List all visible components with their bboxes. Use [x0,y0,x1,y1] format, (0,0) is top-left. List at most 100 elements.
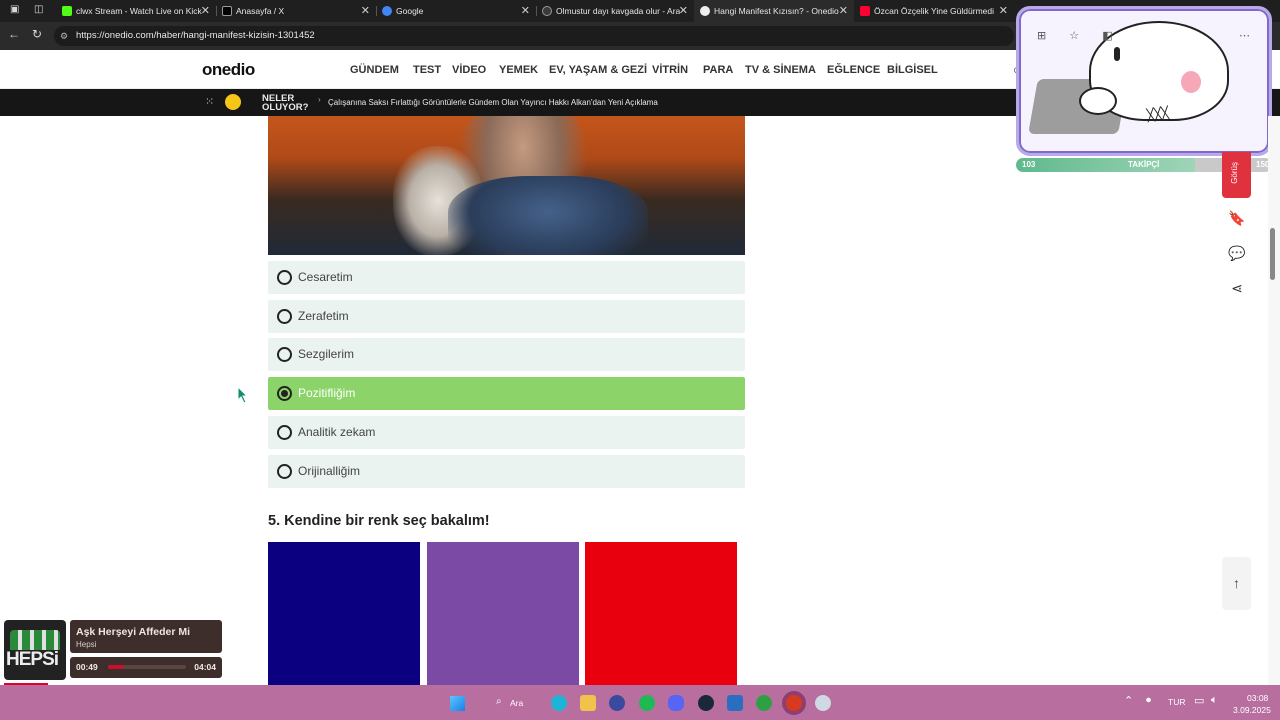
song-info: Aşk Herşeyi Affeder Mi Hepsi [70,620,222,653]
radio-unchecked-icon[interactable] [277,347,292,363]
color-swatch-1[interactable] [427,542,579,685]
nav-item-8[interactable]: EĞLENCE [827,64,880,76]
nav-item-0[interactable]: GÜNDEM [350,64,399,76]
x-icon [222,6,232,16]
scrollbar-thumb[interactable] [1270,228,1275,280]
app-icon[interactable] [609,695,625,711]
search-label: Ara [510,698,524,708]
overlay-cat-eye [1114,47,1120,61]
search-box[interactable]: ⌕ Ara [488,694,532,712]
progress-track[interactable] [108,665,186,669]
tab-onedio[interactable]: Hangi Manifest Kızısın? - Onedio ✕ [694,0,854,22]
question-5-title: 5. Kendine bir renk seç bakalım! [268,513,490,529]
album-trees [10,630,60,650]
language-indicator[interactable]: TUR [1168,697,1185,707]
radio-unchecked-icon[interactable] [277,424,292,440]
close-tab-icon[interactable]: ✕ [201,4,210,17]
color-swatch-0[interactable] [268,542,420,685]
xbox-icon[interactable] [756,695,772,711]
radio-unchecked-icon[interactable] [277,308,292,324]
close-tab-icon[interactable]: ✕ [839,4,848,17]
windows-taskbar: ⌕ Ara ⌃ ⏺ TUR ▭ 🔈︎ 03:08 3.09.2025 [0,685,1280,720]
site-info-icon[interactable]: ⚙ [60,26,68,46]
followers-count: 103 [1022,160,1036,169]
tab-kick[interactable]: clwx Stream - Watch Live on Kick ✕ [56,0,216,22]
quiz-image [268,116,745,255]
tab-actions-icon[interactable]: ◫ [34,4,43,15]
address-bar[interactable]: ⚙ https://onedio.com/haber/hangi-manifes… [54,26,1014,46]
browser-actions-icons[interactable]: ⊞ ☆ ◧ [1037,29,1123,42]
stream-overlay: ╳╳╳ ⊞ ☆ ◧ ⋯ [1016,6,1272,156]
nav-item-3[interactable]: YEMEK [499,64,538,76]
share-icon[interactable]: ⋖ [1225,276,1249,300]
progress-fill [108,665,124,669]
radio-unchecked-icon[interactable] [277,270,292,285]
quiz-option[interactable]: Pozitifliğim [268,377,745,411]
close-tab-icon[interactable]: ✕ [679,4,688,17]
song-title: Aşk Herşeyi Affeder Mi [76,626,190,638]
nav-item-5[interactable]: VİTRİN [652,64,688,76]
workspaces-icon[interactable]: ▣ [10,4,19,15]
nav-item-2[interactable]: VİDEO [452,64,486,76]
steam-icon[interactable] [698,695,714,711]
quiz-option-label: Zerafetim [298,308,349,323]
grid-menu-icon[interactable]: ⁙ [205,95,214,108]
nav-item-1[interactable]: TEST [413,64,441,76]
quiz-option-label: Analitik zekam [298,424,376,439]
discord-icon[interactable] [668,695,684,711]
quiz-option[interactable]: Zerafetim [268,299,745,333]
overlay-cat-paw [1079,87,1117,115]
spotify-icon[interactable] [639,695,655,711]
onedio-logo[interactable]: onedio [202,60,255,80]
tab-search[interactable]: Olmustur dayı kavgada olur - Ara ✕ [536,0,694,22]
url-text: https://onedio.com/haber/hangi-manifest-… [76,30,315,41]
bookmark-icon[interactable]: 🔖 [1225,206,1249,230]
tab-google[interactable]: Google ✕ [376,0,536,22]
tray-chevron-icon[interactable]: ⌃ [1124,694,1133,707]
quiz-option-label: Cesaretim [298,270,353,284]
microphone-icon[interactable]: ⏺ [1146,695,1151,706]
comments-icon[interactable]: 💬 [1225,241,1249,265]
ticker-headline[interactable]: Çalışanına Saksı Fırlattığı Görüntülerle… [328,98,658,107]
clock-time[interactable]: 03:08 [1247,693,1268,703]
more-icon[interactable]: ⋯ [1239,29,1250,42]
color-swatch-2[interactable] [585,542,737,685]
image-cloak [448,176,648,255]
clock-date[interactable]: 3.09.2025 [1233,705,1271,715]
close-tab-icon[interactable]: ✕ [999,4,1008,17]
google-icon [382,6,392,16]
start-icon[interactable] [450,696,465,711]
search-icon [542,6,552,16]
network-icon[interactable]: ▭ [1194,694,1204,707]
radio-unchecked-icon[interactable] [277,463,292,479]
onedio-icon [700,6,710,16]
obs-icon[interactable] [786,695,802,711]
music-widget: HEPSi Aşk Herşeyi Affeder Mi Hepsi 00:49… [4,620,222,682]
settings-icon[interactable] [815,695,831,711]
back-icon[interactable]: ← [8,27,20,41]
nav-item-9[interactable]: BİLGİSEL [887,64,938,76]
close-tab-icon[interactable]: ✕ [521,4,530,17]
quiz-option[interactable]: Analitik zekam [268,415,745,449]
quiz-option[interactable]: Cesaretim [268,261,745,294]
tab-x[interactable]: Anasayfa / X ✕ [216,0,376,22]
nav-item-6[interactable]: PARA [703,64,733,76]
quiz-option-label: Orijinalliğim [298,463,361,478]
edge-icon[interactable] [551,695,567,711]
total-time: 04:04 [194,662,216,672]
quiz-option[interactable]: Sezgilerim [268,338,745,372]
close-tab-icon[interactable]: ✕ [361,4,370,17]
volume-icon[interactable]: 🔈︎ [1211,694,1218,707]
radio-checked-icon[interactable] [277,386,292,402]
youtube-icon [860,6,870,16]
scrollbar-track[interactable] [1268,116,1280,685]
feedback-tab[interactable]: Görüş [1222,152,1251,198]
photos-icon[interactable] [727,695,743,711]
scroll-to-top-button[interactable]: ↑ [1222,557,1251,610]
file-explorer-icon[interactable] [580,695,596,711]
reload-icon[interactable]: ↻ [32,27,42,41]
nav-item-4[interactable]: EV, YAŞAM & GEZİ [549,64,647,76]
tab-youtube[interactable]: Özcan Özçelik Yine Güldürmedi ✕ [854,0,1014,22]
nav-item-7[interactable]: TV & SİNEMA [745,64,816,76]
quiz-option[interactable]: Orijinalliğim [268,454,745,488]
